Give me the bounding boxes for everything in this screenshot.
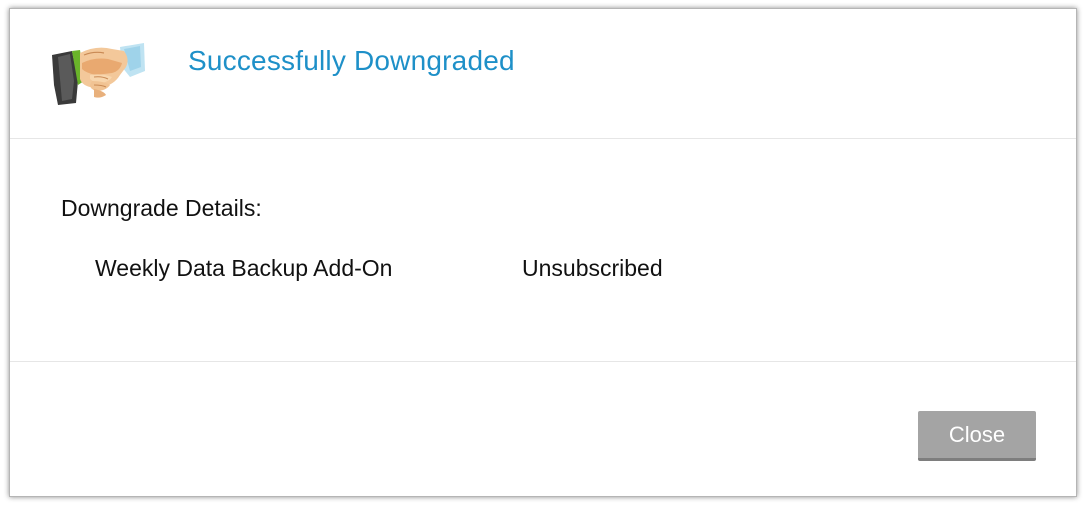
detail-item-name: Weekly Data Backup Add-On <box>95 255 393 281</box>
dialog-body: Downgrade Details: Weekly Data Backup Ad… <box>10 139 1076 362</box>
dialog-header: Successfully Downgraded <box>10 9 1076 139</box>
details-heading: Downgrade Details: <box>61 195 262 221</box>
handshake-icon <box>52 43 145 105</box>
detail-item-status: Unsubscribed <box>522 255 663 281</box>
dialog-title: Successfully Downgraded <box>188 45 515 76</box>
downgrade-success-dialog: Successfully Downgraded Downgrade Detail… <box>9 8 1077 497</box>
close-button[interactable]: Close <box>918 411 1036 461</box>
